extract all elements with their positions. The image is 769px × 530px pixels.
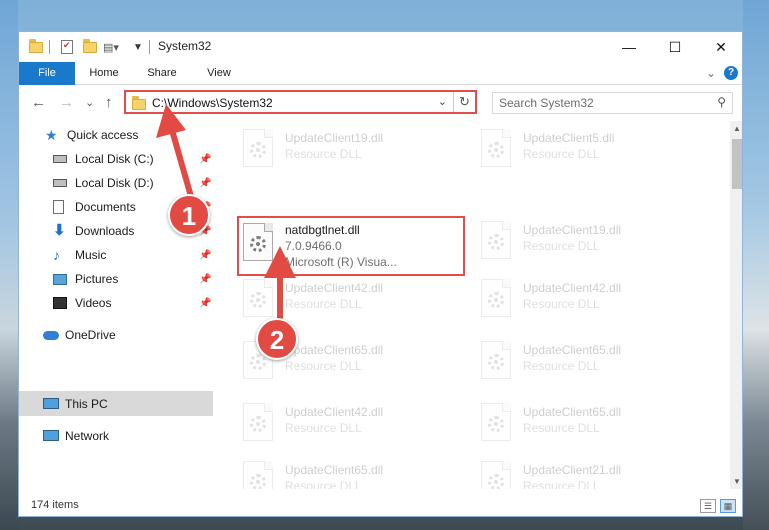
annotation-arrows <box>156 104 296 321</box>
step-2-badge: 2 <box>256 318 298 360</box>
arrow-to-address-bar <box>156 104 195 203</box>
arrow-to-file <box>264 246 296 321</box>
step-1-badge: 1 <box>168 194 210 236</box>
